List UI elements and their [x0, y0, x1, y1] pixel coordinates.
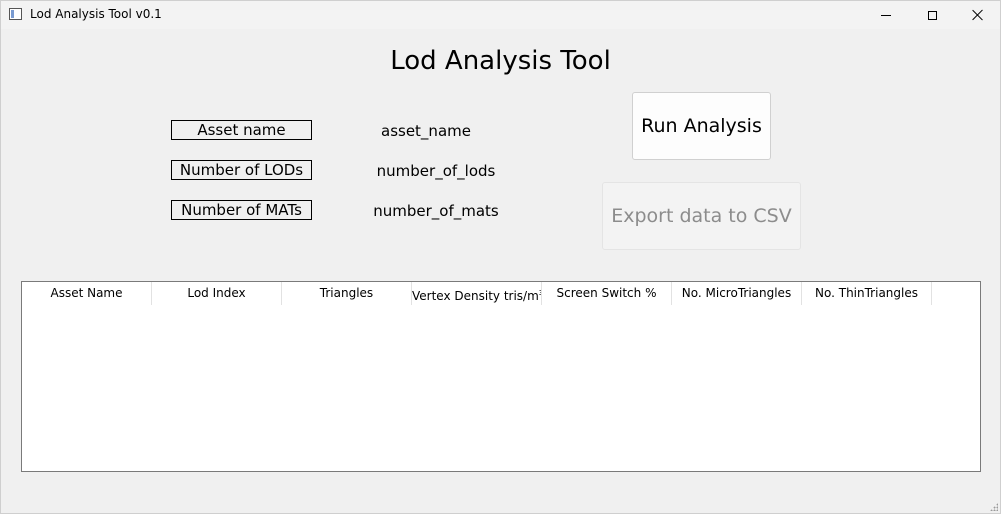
lod-count-label: Number of LODs: [171, 160, 312, 180]
page-title: Lod Analysis Tool: [390, 46, 611, 76]
maximize-icon: [927, 10, 937, 20]
table-header: Asset Name Lod Index Triangles Vertex De…: [22, 282, 932, 305]
export-csv-button[interactable]: Export data to CSV: [602, 182, 801, 250]
column-header-triangles[interactable]: Triangles: [282, 282, 412, 305]
title-bar[interactable]: Lod Analysis Tool v0.1: [1, 1, 1000, 29]
app-window: Lod Analysis Tool v0.1 Lod Analysis Tool…: [0, 0, 1001, 514]
minimize-button[interactable]: [863, 1, 909, 29]
column-header-micro-triangles[interactable]: No. MicroTriangles: [672, 282, 802, 305]
asset-name-value: asset_name: [381, 122, 471, 140]
column-header-lod-index[interactable]: Lod Index: [152, 282, 282, 305]
resize-grip[interactable]: [990, 503, 998, 511]
run-analysis-button[interactable]: Run Analysis: [632, 92, 771, 160]
column-header-screen-switch[interactable]: Screen Switch %: [542, 282, 672, 305]
mat-count-label: Number of MATs: [171, 200, 312, 220]
close-icon: [972, 9, 984, 21]
maximize-button[interactable]: [909, 1, 955, 29]
window-title: Lod Analysis Tool v0.1: [30, 7, 162, 21]
lod-count-value: number_of_lods: [376, 162, 496, 180]
asset-name-label: Asset name: [171, 120, 312, 140]
mat-count-value: number_of_mats: [373, 202, 499, 220]
results-table[interactable]: Asset Name Lod Index Triangles Vertex De…: [21, 281, 981, 472]
column-header-asset-name[interactable]: Asset Name: [22, 282, 152, 305]
column-header-vertex-density[interactable]: Vertex Density tris/m3: [412, 282, 542, 305]
close-button[interactable]: [955, 1, 1001, 29]
column-header-thin-triangles[interactable]: No. ThinTriangles: [802, 282, 932, 305]
minimize-icon: [881, 14, 891, 16]
app-window-icon: [9, 8, 22, 20]
